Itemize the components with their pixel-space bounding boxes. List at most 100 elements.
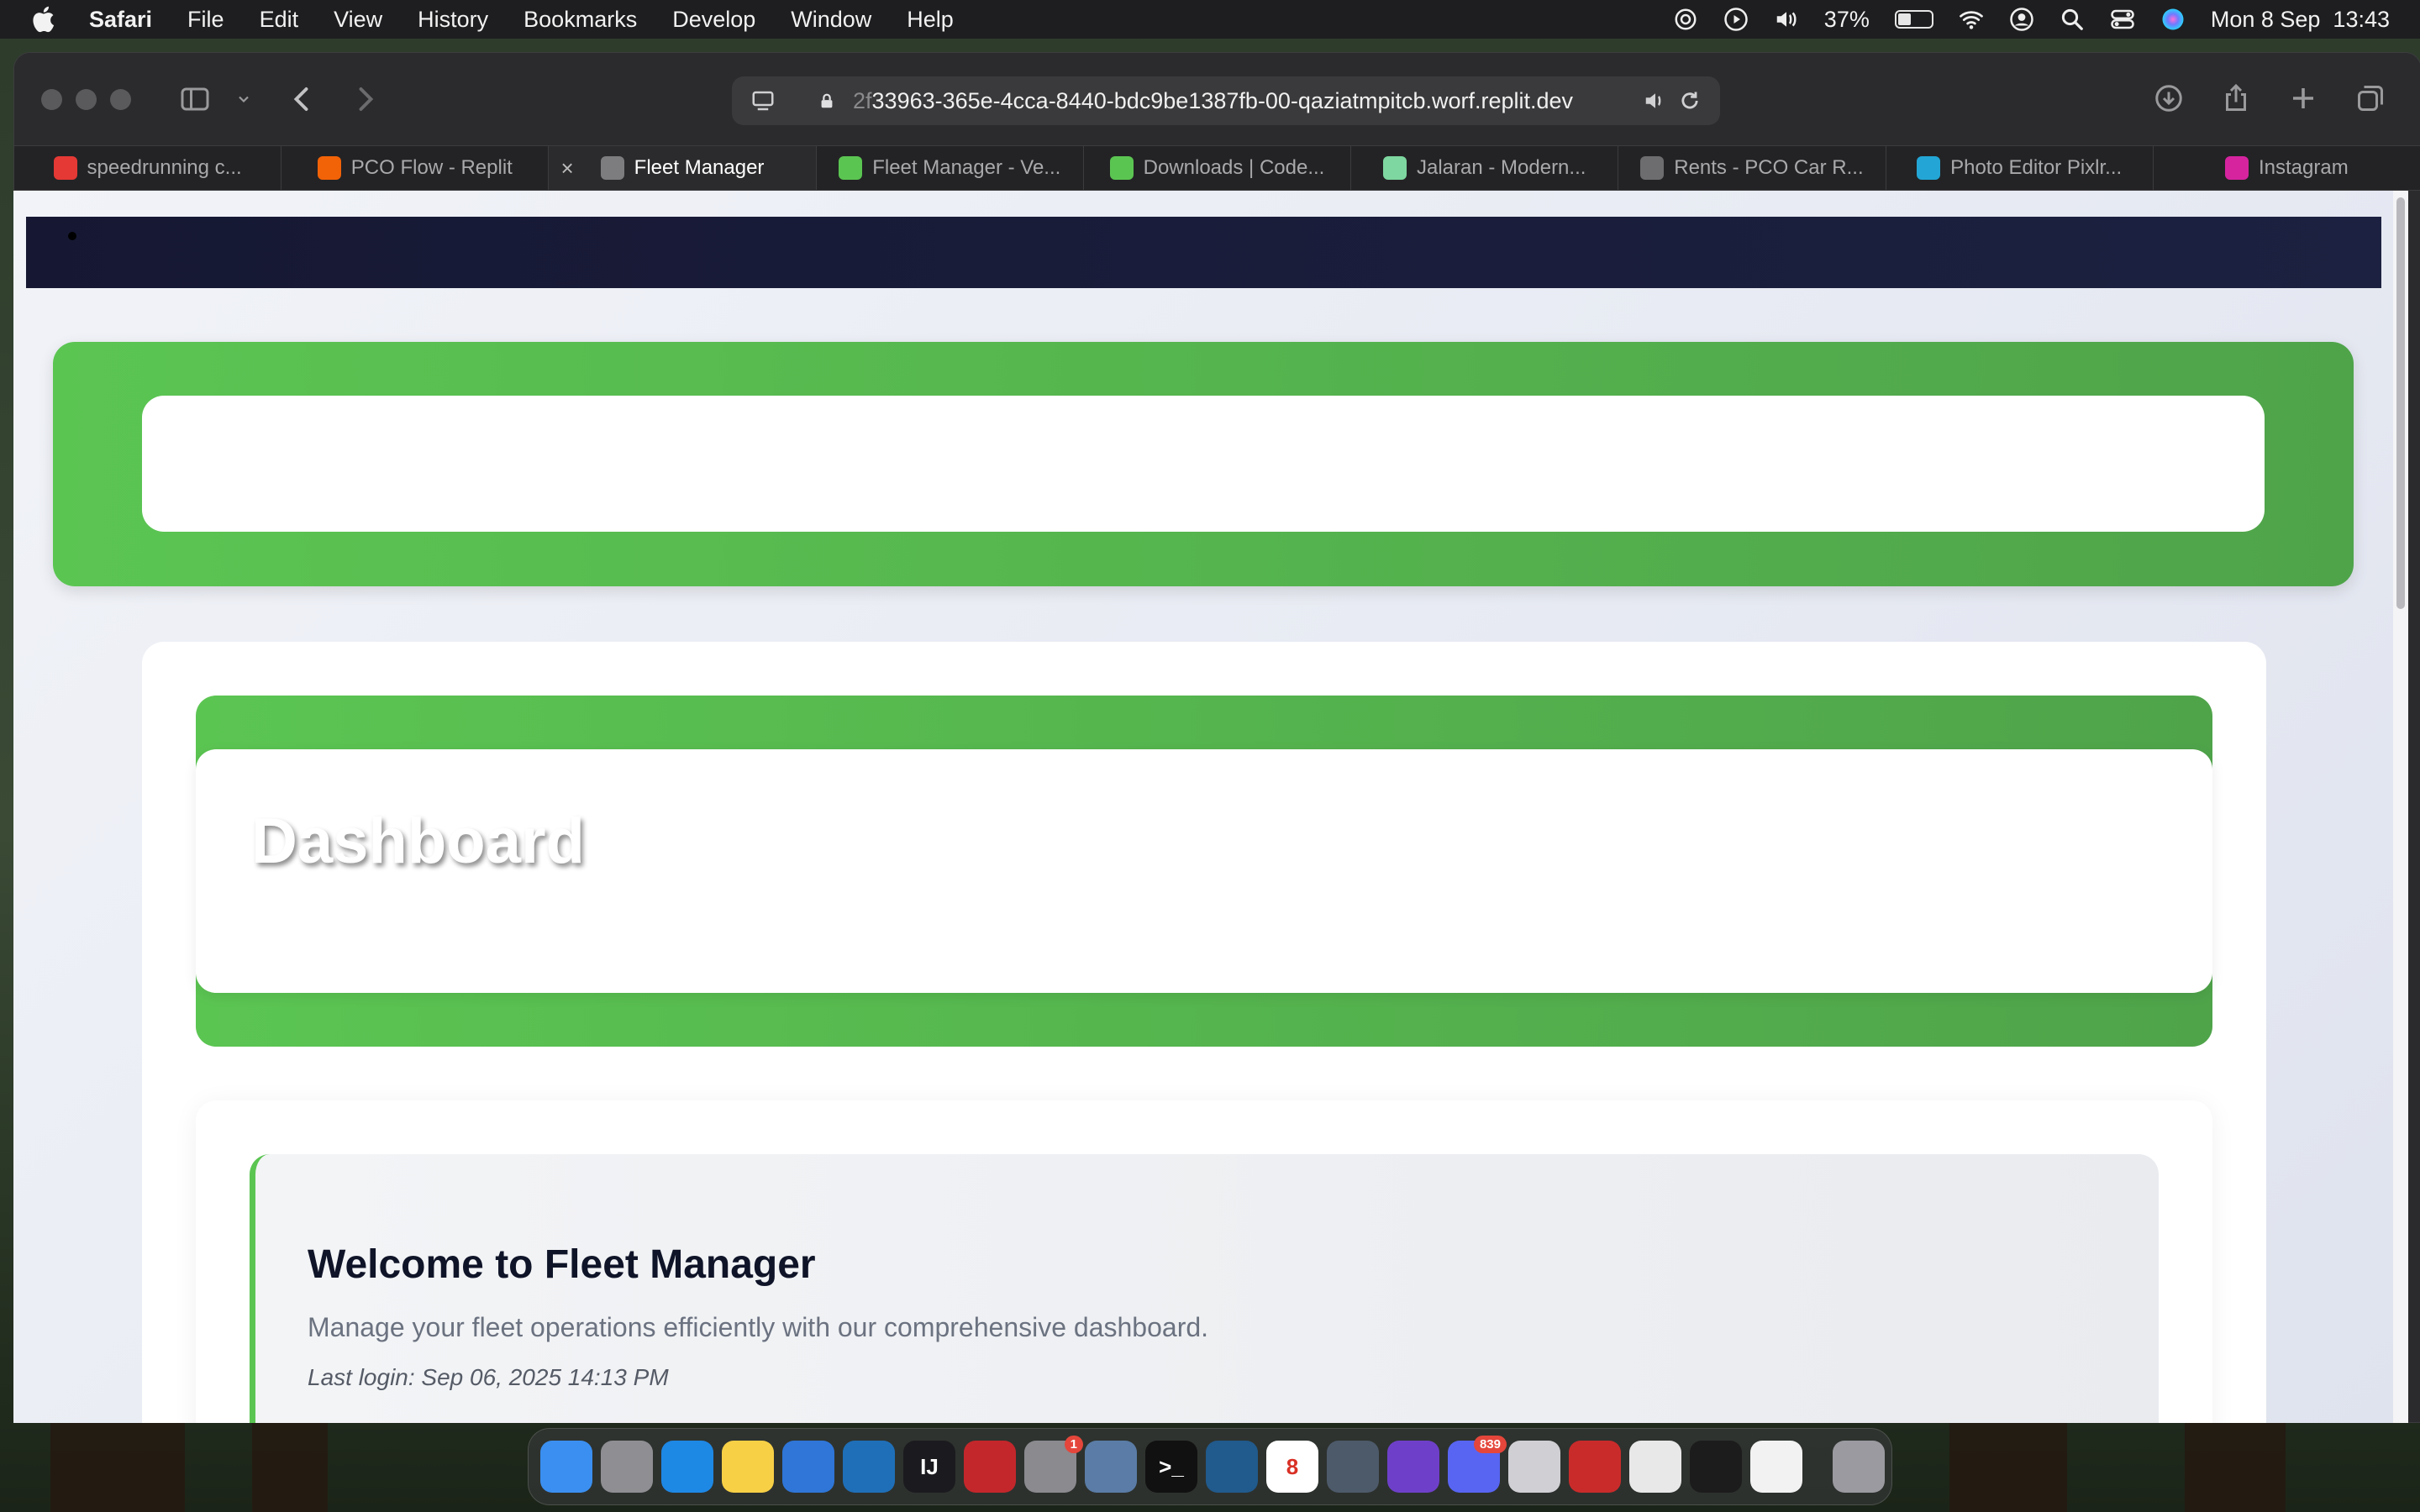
mysql-icon[interactable]	[1206, 1441, 1258, 1493]
hero-banner	[53, 342, 2354, 586]
flower-icon	[1382, 156, 1407, 180]
trash-icon[interactable]	[1833, 1441, 1885, 1493]
menu-bookmarks[interactable]: Bookmarks	[523, 7, 637, 33]
reload-icon[interactable]	[1678, 84, 1702, 118]
last-login-text: Last login: Sep 06, 2025 14:13 PM	[308, 1364, 669, 1390]
safari-icon[interactable]	[661, 1441, 713, 1493]
menu-history[interactable]: History	[418, 7, 488, 33]
tab-label: PCO Flow - Replit	[350, 156, 513, 179]
tab-label: Instagram	[2259, 156, 2349, 179]
tab-0[interactable]: speedrunning c...	[14, 146, 282, 190]
migration-icon[interactable]	[782, 1441, 834, 1493]
audio-playing-icon[interactable]	[1643, 84, 1668, 118]
notes-icon[interactable]	[722, 1441, 774, 1493]
welcome-heading: Welcome to Fleet Manager	[308, 1242, 816, 1287]
dock-glyph: IJ	[920, 1453, 939, 1479]
close-window-button[interactable]	[41, 88, 62, 110]
tab-7[interactable]: Photo Editor Pixlr...	[1886, 146, 2154, 190]
textedit-icon[interactable]	[1508, 1441, 1560, 1493]
tab-label: Photo Editor Pixlr...	[1950, 156, 2123, 179]
tab-5[interactable]: Jalaran - Modern...	[1351, 146, 1619, 190]
zoom-window-button[interactable]	[110, 88, 131, 110]
tab-label: Rents - PCO Car R...	[1674, 156, 1864, 179]
tab-2[interactable]: × Fleet Manager	[549, 146, 817, 190]
menu-app-name[interactable]: Safari	[89, 7, 152, 33]
tab-overview-icon[interactable]	[2354, 81, 2387, 115]
github-icon[interactable]	[1387, 1441, 1439, 1493]
menu-bar: Safari File Edit View History Bookmarks …	[0, 0, 2420, 39]
finder-icon[interactable]	[540, 1441, 592, 1493]
new-tab-icon[interactable]	[2286, 81, 2320, 115]
main-card: Dashboard Welcome to Fleet Manager Manag…	[142, 642, 2266, 1423]
minimize-window-button[interactable]	[76, 88, 97, 110]
lock-icon	[818, 84, 836, 118]
vercel-icon	[839, 156, 863, 180]
address-bar[interactable]: 2f33963-365e-4cca-8440-bdc9be1387fb-00-q…	[732, 76, 1720, 125]
battery-icon[interactable]	[1894, 10, 1933, 29]
dock-glyph: 8	[1286, 1453, 1299, 1479]
chrome-icon[interactable]	[1629, 1441, 1681, 1493]
control-center-icon[interactable]	[2110, 7, 2135, 32]
back-icon[interactable]	[286, 82, 319, 116]
quicktime-icon[interactable]	[1327, 1441, 1379, 1493]
tab-bar: speedrunning c... PCO Flow - Replit × Fleet…	[14, 145, 2420, 191]
tab-4[interactable]: Downloads | Code...	[1084, 146, 1352, 190]
instagram-icon	[2225, 156, 2249, 180]
dock: IJ 1 >_ 8 839	[528, 1428, 1892, 1505]
spotlight-search-icon[interactable]	[2060, 7, 2085, 32]
discord-icon[interactable]: 839	[1448, 1436, 1507, 1493]
wifi-icon[interactable]	[1959, 7, 1984, 32]
launchpad-icon[interactable]	[601, 1441, 653, 1493]
dashboard-header-panel: Dashboard	[196, 749, 2212, 993]
calendar-icon[interactable]: 8	[1266, 1441, 1318, 1493]
intellij-icon[interactable]: IJ	[903, 1441, 955, 1493]
r-icon	[600, 156, 624, 180]
menu-window[interactable]: Window	[791, 7, 871, 33]
apple-menu-icon[interactable]	[30, 5, 55, 34]
menu-file[interactable]: File	[187, 7, 224, 33]
clock[interactable]: Mon 8 Sep 13:43	[2211, 7, 2390, 33]
tab-6[interactable]: Rents - PCO Car R...	[1618, 146, 1886, 190]
chevron-down-icon[interactable]	[235, 82, 252, 116]
menu-develop[interactable]: Develop	[672, 7, 755, 33]
welcome-description: Manage your fleet operations efficiently…	[308, 1312, 1209, 1342]
gem-icon[interactable]	[964, 1441, 1016, 1493]
preview-icon[interactable]	[1085, 1441, 1137, 1493]
url-main: 33963-365e-4cca-8440-bdc9be1387fb-00-qaz…	[871, 87, 1574, 113]
user-account-icon[interactable]	[2009, 7, 2034, 32]
battery-percent: 37%	[1823, 6, 1870, 32]
forward-icon[interactable]	[348, 82, 381, 116]
settings-icon[interactable]: 1	[1024, 1436, 1083, 1493]
tab-1[interactable]: PCO Flow - Replit	[281, 146, 550, 190]
vscode-icon[interactable]	[843, 1441, 895, 1493]
replit-icon	[317, 156, 341, 180]
toolbar-right-actions	[2152, 81, 2387, 115]
tab-8[interactable]: Instagram	[2154, 146, 2420, 190]
notification-badge: 839	[1473, 1436, 1507, 1453]
close-tab-icon[interactable]: ×	[560, 155, 573, 181]
sidebar-toggle-icon[interactable]	[178, 82, 212, 116]
terminal-icon[interactable]: >_	[1145, 1441, 1197, 1493]
page-menu-icon[interactable]	[750, 84, 776, 118]
dock-glyph: >_	[1159, 1453, 1184, 1479]
menu-help[interactable]: Help	[907, 7, 954, 33]
share-icon[interactable]	[2219, 81, 2253, 115]
hero-inner-panel	[142, 396, 2265, 532]
play-status-icon[interactable]	[1723, 7, 1749, 32]
downloads-icon[interactable]	[2152, 81, 2186, 115]
chatgpt-status-icon[interactable]	[1673, 7, 1698, 32]
page-scrollbar[interactable]	[2393, 191, 2408, 1423]
menu-view[interactable]: View	[334, 7, 382, 33]
url-prefix: 2f	[853, 87, 872, 113]
photobooth-icon[interactable]	[1569, 1441, 1621, 1493]
tab-3[interactable]: Fleet Manager - Ve...	[817, 146, 1084, 190]
chatgpt-icon[interactable]	[1750, 1441, 1802, 1493]
scrollbar-thumb[interactable]	[2396, 197, 2405, 609]
tab-label: Fleet Manager	[634, 156, 765, 179]
volume-icon[interactable]	[1774, 7, 1799, 32]
menu-edit[interactable]: Edit	[260, 7, 299, 33]
cube-icon[interactable]	[1690, 1441, 1742, 1493]
siri-icon[interactable]	[2160, 7, 2186, 32]
url-text[interactable]: 2f33963-365e-4cca-8440-bdc9be1387fb-00-q…	[853, 88, 1643, 114]
top-navigation-bar	[26, 217, 2381, 288]
